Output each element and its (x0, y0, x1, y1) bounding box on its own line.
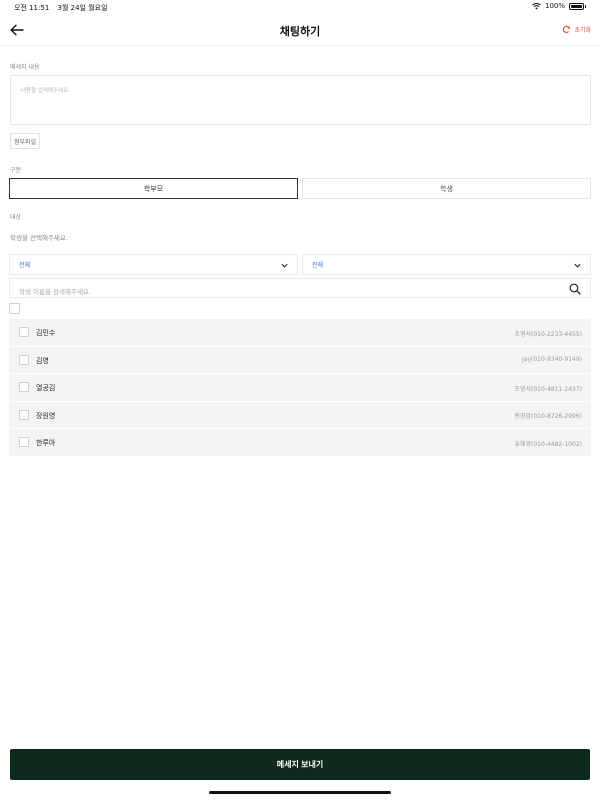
filter-select-1[interactable]: 전체 (9, 254, 298, 275)
reset-button[interactable]: 초기화 (562, 25, 591, 34)
student-name: 열공김 (36, 384, 56, 392)
status-time: 오전 11:51 (14, 4, 50, 12)
student-name: 김민수 (36, 329, 56, 337)
student-name: 한루아 (36, 439, 56, 447)
list-item[interactable]: 장원영 원영맘(010-8726-2996) (9, 402, 591, 429)
select-all-checkbox[interactable] (9, 303, 20, 314)
attach-file-button[interactable]: 첨부파일 (10, 133, 40, 149)
parent-info: 조영서(010-4811-2437) (514, 385, 582, 393)
parent-info: 원영맘(010-8726-2996) (514, 413, 582, 420)
student-list: 김민수 조영서(010-2233-4455) 김영 jay(010-9340-9… (9, 319, 591, 457)
chevron-down-icon (281, 263, 288, 268)
message-label: 메세지 내용 (10, 64, 40, 71)
reset-label: 초기화 (574, 27, 591, 34)
search-icon[interactable] (569, 283, 581, 295)
category-label: 구분 (10, 167, 22, 174)
student-checkbox[interactable] (19, 382, 29, 392)
page-title: 채팅하기 (279, 25, 321, 38)
status-date: 3월 24일 월요일 (57, 4, 108, 12)
list-item[interactable]: 열공김 조영서(010-4811-2437) (9, 374, 591, 402)
tab-parent[interactable]: 학부모 (9, 178, 298, 199)
target-label: 대상 (10, 214, 22, 221)
send-message-button[interactable]: 메세지 보내기 (10, 749, 590, 780)
student-search (9, 278, 591, 301)
refresh-icon (563, 25, 571, 33)
parent-info: jay(010-9340-9149) (522, 356, 582, 363)
message-input[interactable] (11, 76, 590, 124)
student-name: 김영 (36, 356, 49, 365)
list-item[interactable]: 한루아 유혜경(010-4482-1002) (9, 429, 591, 457)
wifi-icon (532, 2, 541, 9)
filter-select-1-value: 전체 (19, 262, 31, 269)
tab-student[interactable]: 학생 (302, 178, 591, 199)
parent-info: 조영서(010-2233-4455) (514, 330, 582, 338)
student-name: 장원영 (36, 411, 56, 420)
parent-info: 유혜경(010-4482-1002) (514, 440, 582, 448)
student-checkbox[interactable] (19, 437, 29, 447)
student-checkbox[interactable] (19, 354, 29, 365)
filter-select-2[interactable]: 전체 (302, 254, 591, 275)
filter-select-2-value: 전체 (312, 262, 324, 269)
battery-icon (569, 2, 584, 10)
chevron-down-icon (574, 263, 581, 268)
status-bar: 오전 11:51 3월 24일 월요일 100% (0, 0, 600, 14)
home-indicator (209, 791, 391, 794)
list-item[interactable]: 김민수 조영서(010-2233-4455) (9, 319, 591, 347)
student-checkbox[interactable] (19, 327, 29, 337)
target-hint: 학생을 선택해주세요. (10, 234, 68, 242)
header: 채팅하기 초기화 (0, 14, 600, 46)
message-box (10, 75, 591, 125)
status-right: 100% (532, 2, 586, 10)
search-input[interactable] (10, 283, 590, 301)
battery-percent: 100% (544, 2, 565, 10)
status-left: 오전 11:51 3월 24일 월요일 (14, 3, 114, 13)
student-checkbox[interactable] (19, 409, 29, 420)
list-item[interactable]: 김영 jay(010-9340-9149) (9, 347, 591, 374)
battery-tip (585, 4, 586, 8)
